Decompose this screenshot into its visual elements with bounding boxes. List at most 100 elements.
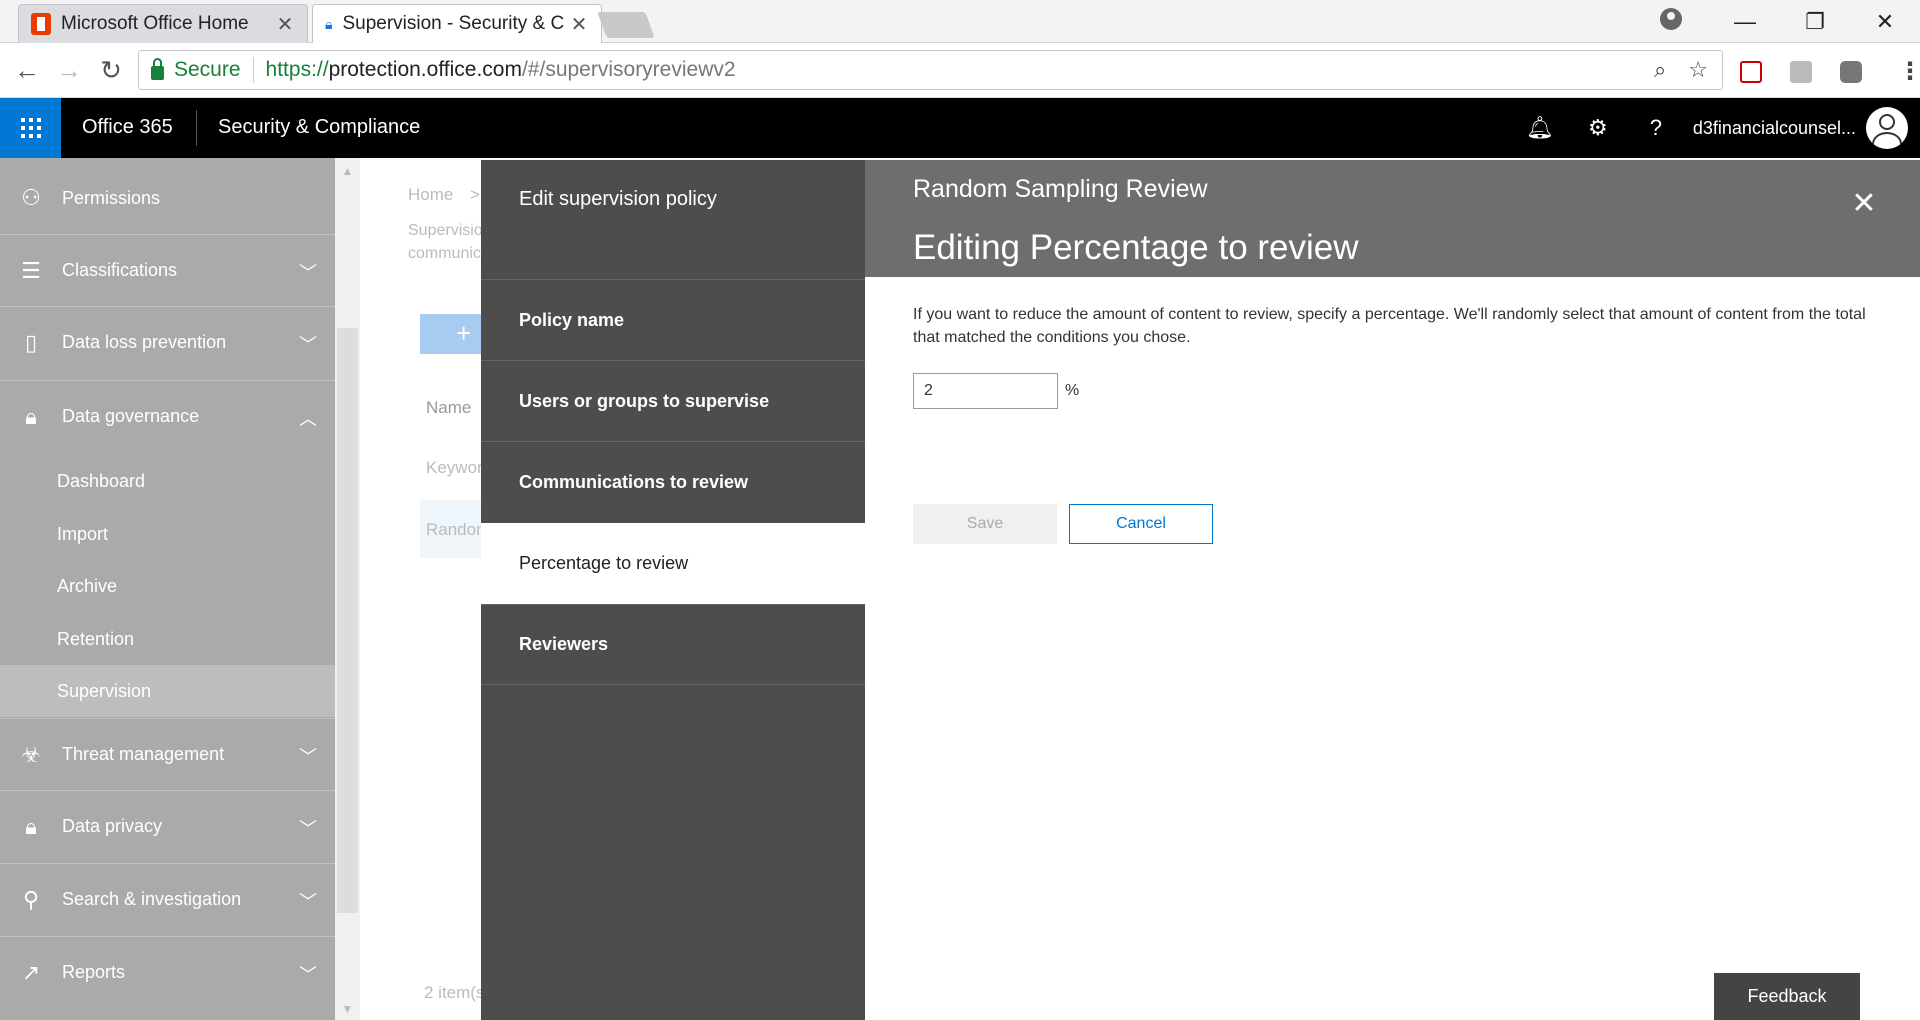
bookmark-star-icon[interactable]: ☆ [1688, 57, 1708, 83]
percent-unit-label: % [1065, 382, 1080, 399]
close-icon[interactable]: ✕ [1846, 186, 1882, 222]
sub-item-supervision[interactable]: Supervision [0, 665, 335, 717]
step-label: Communications to review [519, 471, 749, 492]
chevron-down-icon: ﹀ [299, 335, 317, 355]
reload-icon[interactable]: ↻ [94, 53, 128, 87]
nav-item-data-privacy[interactable]: 🔒︎ Data privacy ﹀ [0, 790, 335, 862]
nav-item-threat-management[interactable]: ☣ Threat management ﹀ [0, 718, 335, 790]
lock-icon: 🔒︎ [325, 15, 333, 32]
chevron-down-icon: ﹀ [299, 747, 317, 767]
sub-item-archive[interactable]: Archive [0, 560, 335, 612]
sub-item-import[interactable]: Import [0, 508, 335, 560]
percentage-input[interactable] [913, 373, 1058, 409]
cancel-button[interactable]: Cancel [1069, 504, 1213, 544]
save-button[interactable]: Save [913, 504, 1057, 544]
nav-item-label: Permissions [62, 187, 161, 208]
scroll-up-icon[interactable]: ▲ [335, 164, 360, 178]
breadcrumb-home[interactable]: Home [408, 185, 453, 205]
nav-item-data-governance[interactable]: 🔒︎ Data governance ︿ [0, 380, 335, 452]
browser-toolbar: ← → ↻ Secure https:// protection.office.… [0, 43, 1920, 98]
nav-item-label: Classifications [62, 260, 178, 280]
new-tab-button[interactable] [597, 12, 655, 38]
mcafee-extension-icon[interactable] [1740, 60, 1762, 83]
bell-icon[interactable]: 🔔︎ [1511, 115, 1569, 141]
table-row[interactable]: Keywor [426, 458, 483, 478]
flyout-header: Random Sampling Review Editing Percentag… [865, 160, 1920, 277]
page-description: Supervisio [408, 222, 483, 239]
tab-close-icon[interactable]: ✕ [275, 12, 295, 37]
nav-item-label: Data loss prevention [62, 332, 227, 352]
column-header-name[interactable]: Name [426, 398, 471, 418]
back-arrow-icon[interactable]: ← [10, 53, 44, 87]
extension-icon[interactable] [1840, 60, 1862, 83]
step-label: Reviewers [519, 634, 609, 654]
omnibox-separator [252, 57, 254, 83]
nav-item-reports[interactable]: ↗ Reports ﹀ [0, 936, 335, 1008]
secure-label: Secure [174, 58, 241, 81]
step-communications[interactable]: Communications to review [481, 441, 865, 522]
avatar[interactable] [1866, 107, 1908, 149]
header-actions: 🔔︎ ⚙ ? d3financialcounsel... [1511, 98, 1920, 158]
header-separator [196, 110, 197, 146]
step-percentage[interactable]: Percentage to review [481, 523, 865, 604]
sub-item-dashboard[interactable]: Dashboard [0, 455, 335, 507]
nav-item-label: Reports [62, 962, 126, 982]
extensions: ⋮ [1740, 57, 1920, 86]
nav-item-search-investigation[interactable]: ⚲ Search & investigation ﹀ [0, 863, 335, 935]
sub-item-label: Retention [57, 628, 135, 649]
zoom-icon[interactable]: ⌕ [1654, 57, 1666, 83]
account-name[interactable]: d3financialcounsel... [1693, 118, 1856, 139]
item-count: 2 item(s [424, 983, 485, 1002]
tab-supervision[interactable]: 🔒︎ Supervision - Security & C ✕ [312, 4, 602, 43]
close-window-button[interactable]: ✕ [1850, 9, 1920, 35]
policy-name-heading: Random Sampling Review [913, 175, 1208, 203]
scroll-down-icon[interactable]: ▼ [335, 1002, 360, 1016]
tab-office-home[interactable]: Microsoft Office Home ✕ [18, 4, 308, 43]
nav-item-classifications[interactable]: ☰ Classifications ﹀ [0, 234, 335, 306]
tab-title: Microsoft Office Home [61, 13, 249, 34]
app-launcher-icon[interactable] [0, 98, 61, 158]
step-reviewers[interactable]: Reviewers [481, 604, 865, 685]
nav-item-dlp[interactable]: ▯ Data loss prevention ﹀ [0, 306, 335, 378]
nav-item-label: Data governance [62, 406, 200, 426]
minimize-button[interactable]: — [1710, 9, 1780, 35]
tab-close-icon[interactable]: ✕ [569, 12, 589, 37]
gear-icon[interactable]: ⚙ [1569, 115, 1627, 141]
flyout-nav-title: Edit supervision policy [519, 188, 717, 210]
help-icon[interactable]: ? [1627, 115, 1685, 141]
left-navigation: ⚇ Permissions ☰ Classifications ﹀ ▯ Data… [0, 158, 335, 1020]
add-policy-button[interactable]: + [420, 314, 490, 354]
forward-arrow-icon[interactable]: → [52, 53, 86, 87]
nav-item-label: Threat management [62, 744, 225, 764]
url-path: /#/supervisoryreviewv2 [521, 58, 736, 81]
left-nav-scrollbar[interactable]: ▲ ▼ [335, 158, 360, 1020]
feedback-button[interactable]: Feedback [1714, 973, 1860, 1020]
address-bar[interactable]: Secure https:// protection.office.com /#… [138, 50, 1723, 90]
chevron-down-icon: ﹀ [299, 965, 317, 985]
sub-item-retention[interactable]: Retention [0, 613, 335, 665]
url-scheme: https:// [265, 58, 329, 81]
step-users-groups[interactable]: Users or groups to supervise [481, 360, 865, 441]
url-host: protection.office.com [328, 58, 522, 81]
scrollbar-thumb[interactable] [337, 328, 358, 913]
lock-icon: 🔒︎ [25, 403, 37, 429]
list-icon: ☰ [21, 257, 41, 283]
chevron-down-icon: ﹀ [299, 819, 317, 839]
step-label: Users or groups to supervise [519, 390, 770, 411]
chart-icon: ↗ [21, 959, 41, 985]
browser-menu-icon[interactable]: ⋮ [1898, 57, 1920, 86]
office365-brand[interactable]: Office 365 [82, 116, 173, 139]
background-page: Home > Supervisio communic + Name Keywor… [360, 158, 490, 1020]
step-label: Percentage to review [519, 553, 689, 573]
step-policy-name[interactable]: Policy name [481, 279, 865, 360]
nav-item-permissions[interactable]: ⚇ Permissions [0, 162, 335, 234]
secure-lock-icon [151, 57, 164, 80]
chevron-down-icon: ﹀ [299, 263, 317, 283]
app-name[interactable]: Security & Compliance [218, 116, 420, 139]
browser-tabstrip: Microsoft Office Home ✕ 🔒︎ Supervision -… [0, 0, 1920, 43]
pdf-extension-icon[interactable] [1790, 60, 1812, 83]
browser-profile-icon[interactable] [1660, 8, 1682, 30]
chevron-up-icon: ︿ [299, 409, 317, 429]
lock-icon: 🔒︎ [25, 813, 37, 839]
restore-button[interactable]: ❐ [1780, 9, 1850, 35]
